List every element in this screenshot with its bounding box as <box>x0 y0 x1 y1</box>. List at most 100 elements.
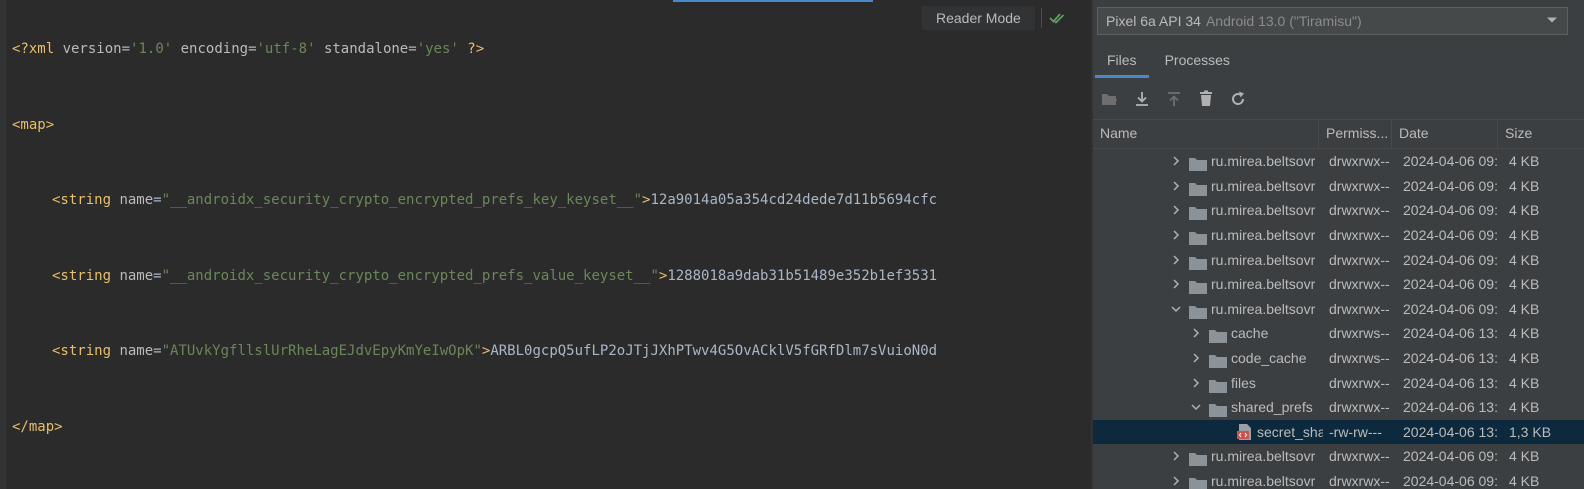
chevron-right-icon[interactable] <box>1169 272 1183 296</box>
file-name: ru.mirea.beltsovr <box>1211 448 1316 465</box>
editor-gutter <box>0 0 6 489</box>
date-cell: 2024-04-06 13: <box>1403 423 1498 440</box>
date-cell: 2024-04-06 09: <box>1403 448 1498 465</box>
chevron-down-icon[interactable] <box>1169 297 1183 321</box>
tab-files[interactable]: Files <box>1093 42 1151 78</box>
xml-attr-encoding: encoding <box>180 41 249 57</box>
chevron-right-icon[interactable] <box>1169 444 1183 468</box>
code-area[interactable]: <?xml version='1.0' encoding='utf-8' sta… <box>12 4 937 473</box>
string-name-value: "__androidx_security_crypto_encrypted_pr… <box>161 192 643 208</box>
folder-icon <box>1209 326 1227 344</box>
file-tree[interactable]: ru.mirea.beltsovr drwxrwx-- 2024-04-06 09:… <box>1093 149 1584 489</box>
chevron-right-icon[interactable] <box>1189 346 1203 370</box>
download-icon[interactable] <box>1131 88 1153 110</box>
permissions-cell: drwxrwx-- <box>1329 202 1390 219</box>
folder-icon <box>1189 474 1207 489</box>
permissions-cell: drwxrwx-- <box>1329 300 1390 317</box>
chevron-right-icon[interactable] <box>1169 198 1183 222</box>
chevron-right-icon[interactable] <box>1189 321 1203 345</box>
table-row[interactable]: ru.mirea.beltsovr drwxrwx-- 2024-04-06 09:… <box>1093 297 1584 322</box>
string-name-attr: name <box>119 267 154 284</box>
table-row[interactable]: ru.mirea.beltsovr drwxrwx-- 2024-04-06 09:… <box>1093 444 1584 469</box>
string-content: 12a9014a05a354cd24dede7d11b5694cfc <box>650 192 938 208</box>
table-row[interactable]: cache drwxrws-- 2024-04-06 13: 4 KB <box>1093 321 1584 346</box>
size-cell: 4 KB <box>1509 473 1540 489</box>
table-row[interactable]: code_cache drwxrws-- 2024-04-06 13: 4 KB <box>1093 346 1584 371</box>
reader-mode-button[interactable]: Reader Mode <box>922 6 1035 30</box>
file-name: ru.mirea.beltsovr <box>1211 227 1316 244</box>
file-name: ru.mirea.beltsovr <box>1211 177 1316 194</box>
date-cell: 2024-04-06 09: <box>1403 153 1498 170</box>
column-header-size[interactable]: Size <box>1498 120 1584 148</box>
size-cell: 1,3 KB <box>1509 423 1552 440</box>
tab-processes[interactable]: Processes <box>1151 42 1244 78</box>
table-row[interactable]: files drwxrwx-- 2024-04-06 13: 4 KB <box>1093 370 1584 395</box>
folder-icon <box>1189 179 1207 196</box>
chevron-right-icon[interactable] <box>1169 469 1183 489</box>
name-cell: shared_prefs <box>1093 395 1323 419</box>
chevron-right-icon[interactable] <box>1169 248 1183 272</box>
string-open-tag: <string <box>52 267 120 284</box>
table-row[interactable]: ru.mirea.beltsovr drwxrwx-- 2024-04-06 09:… <box>1093 149 1584 174</box>
size-cell: 4 KB <box>1509 251 1540 268</box>
size-cell: 4 KB <box>1509 202 1540 219</box>
code-line-4: <string name="__androidx_security_crypto… <box>52 267 938 284</box>
code-line-3: <string name="__androidx_security_crypto… <box>52 192 938 208</box>
table-row[interactable]: shared_prefs drwxrwx-- 2024-04-06 13: 4 KB <box>1093 395 1584 420</box>
file-name: ru.mirea.beltsovr <box>1211 276 1316 293</box>
table-row[interactable]: ru.mirea.beltsovr drwxrwx-- 2024-04-06 09:… <box>1093 223 1584 248</box>
chevron-right-icon[interactable] <box>1169 149 1183 173</box>
table-row[interactable]: ru.mirea.beltsovr drwxrwx-- 2024-04-06 09:… <box>1093 272 1584 297</box>
column-header-permissions[interactable]: Permiss... <box>1319 120 1392 148</box>
chevron-down-icon[interactable] <box>1545 13 1559 30</box>
name-cell: secret_sha <box>1093 420 1323 444</box>
xml-declaration-open: <?xml <box>12 41 63 57</box>
chevron-right-icon[interactable] <box>1169 174 1183 198</box>
double-check-icon[interactable] <box>1048 9 1066 27</box>
column-header-date[interactable]: Date <box>1392 120 1498 148</box>
upload-icon[interactable] <box>1163 88 1185 110</box>
xml-value-standalone: 'yes' <box>416 41 459 57</box>
code-line-6: </map> <box>12 414 937 442</box>
new-folder-icon[interactable] <box>1099 88 1121 110</box>
size-cell: 4 KB <box>1509 153 1540 170</box>
folder-icon <box>1189 302 1207 319</box>
size-cell: 4 KB <box>1509 300 1540 317</box>
name-cell: ru.mirea.beltsovr <box>1093 444 1323 468</box>
column-header-name[interactable]: Name <box>1093 120 1319 148</box>
table-row[interactable]: ru.mirea.beltsovr drwxrwx-- 2024-04-06 09:… <box>1093 247 1584 272</box>
table-row[interactable]: ru.mirea.beltsovr drwxrwx-- 2024-04-06 09:… <box>1093 469 1584 489</box>
name-cell: ru.mirea.beltsovr <box>1093 174 1323 198</box>
chevron-right-icon[interactable] <box>1189 371 1203 395</box>
size-cell: 4 KB <box>1509 374 1540 391</box>
file-name: ru.mirea.beltsovr <box>1211 473 1316 489</box>
table-row[interactable]: secret_sha -rw-rw--- 2024-04-06 13: 1,3 KB <box>1093 419 1584 445</box>
code-line-1: <?xml version='1.0' encoding='utf-8' sta… <box>12 41 485 57</box>
date-cell: 2024-04-06 09: <box>1403 202 1498 219</box>
size-cell: 4 KB <box>1509 448 1540 465</box>
name-cell: ru.mirea.beltsovr <box>1093 248 1323 272</box>
table-row[interactable]: ru.mirea.beltsovr drwxrwx-- 2024-04-06 09:… <box>1093 198 1584 223</box>
xml-attr-version: version <box>62 41 122 57</box>
chevron-right-icon[interactable] <box>1169 223 1183 247</box>
file-name: ru.mirea.beltsovr <box>1211 251 1316 268</box>
size-cell: 4 KB <box>1509 227 1540 244</box>
name-cell: ru.mirea.beltsovr <box>1093 272 1323 296</box>
name-cell: cache <box>1093 321 1323 345</box>
explorer-tabs: Files Processes <box>1093 42 1244 78</box>
refresh-icon[interactable] <box>1227 88 1249 110</box>
delete-icon[interactable] <box>1195 88 1217 110</box>
permissions-cell: drwxrwx-- <box>1329 448 1390 465</box>
size-cell: 4 KB <box>1509 177 1540 194</box>
name-cell: code_cache <box>1093 346 1323 370</box>
date-cell: 2024-04-06 09: <box>1403 276 1498 293</box>
table-row[interactable]: ru.mirea.beltsovr drwxrwx-- 2024-04-06 09:… <box>1093 174 1584 199</box>
permissions-cell: drwxrwx-- <box>1329 153 1390 170</box>
xml-editor[interactable]: <?xml version='1.0' encoding='utf-8' sta… <box>0 0 1091 489</box>
name-cell: ru.mirea.beltsovr <box>1093 469 1323 489</box>
chevron-down-icon[interactable] <box>1189 395 1203 419</box>
folder-icon <box>1209 376 1227 393</box>
device-selector[interactable]: Pixel 6a API 34 Android 13.0 ("Tiramisu"… <box>1097 7 1568 35</box>
file-name: ru.mirea.beltsovr <box>1211 153 1316 170</box>
explorer-toolbar <box>1099 86 1249 112</box>
